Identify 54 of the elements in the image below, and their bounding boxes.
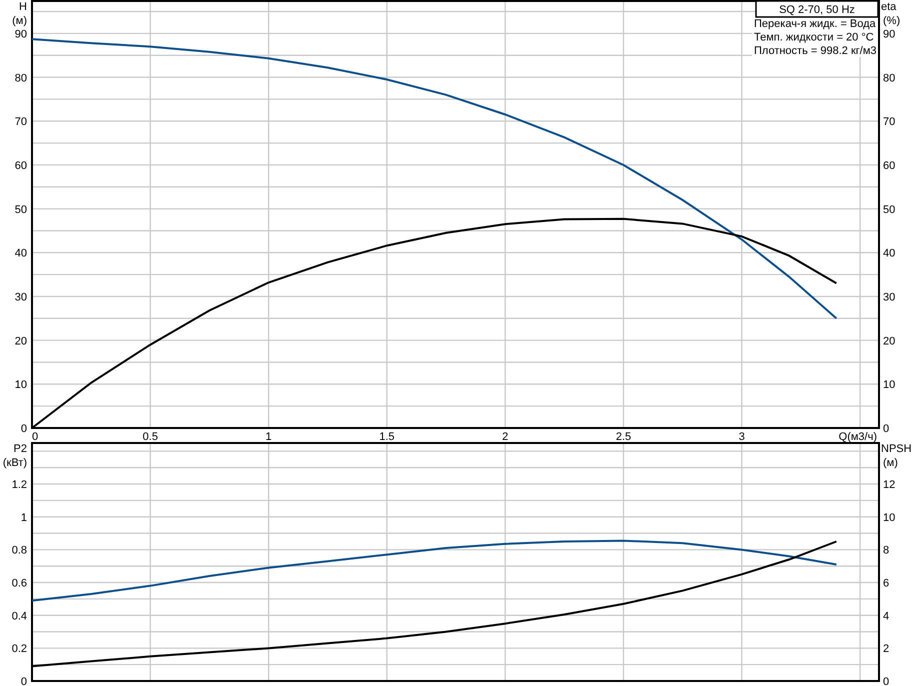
axis-unit: (м)	[883, 457, 898, 469]
tick-label: 50	[14, 204, 27, 216]
tick-label: 10	[883, 379, 896, 392]
tick-label: 1	[20, 512, 27, 524]
tick-label: 1	[266, 431, 272, 442]
chart-title: SQ 2-70, 50 Hz	[755, 0, 879, 18]
axis-unit: (м)	[12, 15, 27, 27]
tick-label: 10	[883, 512, 896, 524]
axis-title: P2	[14, 443, 27, 455]
tick-label: 12	[883, 479, 896, 492]
tick-label: 80	[883, 72, 896, 84]
tick-label: 30	[14, 291, 27, 304]
tick-label: 30	[883, 291, 896, 304]
tick-label: 4	[883, 610, 890, 622]
tick-label: 40	[14, 248, 27, 260]
tick-label: 0	[20, 423, 27, 435]
tick-label: 40	[883, 248, 896, 260]
tick-label: 2	[883, 643, 890, 656]
legend-text: Перекач-я жидк. = Вода	[754, 18, 876, 30]
tick-label: 20	[14, 335, 27, 348]
tick-label: 70	[883, 116, 896, 128]
legend-text: Темп. жидкости = 20 °C	[754, 32, 874, 44]
tick-label: 2	[502, 431, 508, 442]
tick-label: 0	[883, 423, 890, 435]
axis-title: eta	[881, 1, 896, 13]
tick-label: 0.8	[12, 544, 27, 557]
tick-label: 6	[883, 578, 890, 590]
tick-label: 0	[20, 676, 27, 686]
axis-title: NPSH	[881, 443, 912, 455]
axis-title: Q(м3/ч)	[838, 431, 877, 442]
legend-text: Плотность = 998.2 кг/м3	[754, 45, 877, 57]
tick-label: 50	[883, 204, 896, 216]
tick-label: 10	[14, 379, 27, 392]
tick-label: 0.6	[12, 578, 27, 590]
tick-label: 0	[883, 676, 890, 686]
tick-label: 2.5	[616, 431, 632, 442]
tick-label: 1.2	[12, 479, 27, 492]
tick-label: 0.5	[142, 431, 158, 442]
tick-label: 3	[738, 431, 745, 442]
axis-title: H	[19, 1, 27, 13]
tick-label: 60	[14, 160, 27, 172]
tick-label: 8	[883, 544, 890, 557]
axis-unit: (%)	[883, 15, 900, 27]
tick-label: 80	[14, 72, 27, 84]
tick-label: 20	[883, 335, 896, 348]
tick-label: 1.5	[379, 431, 395, 442]
tick-label: 0	[32, 431, 38, 442]
tick-label: 0.4	[12, 610, 27, 622]
tick-label: 60	[883, 160, 896, 172]
axis-unit: (кВт)	[2, 457, 27, 469]
tick-label: 70	[14, 116, 27, 128]
tick-label: 90	[883, 28, 896, 40]
tick-label: 90	[14, 28, 27, 40]
tick-label: 0.2	[12, 643, 27, 656]
